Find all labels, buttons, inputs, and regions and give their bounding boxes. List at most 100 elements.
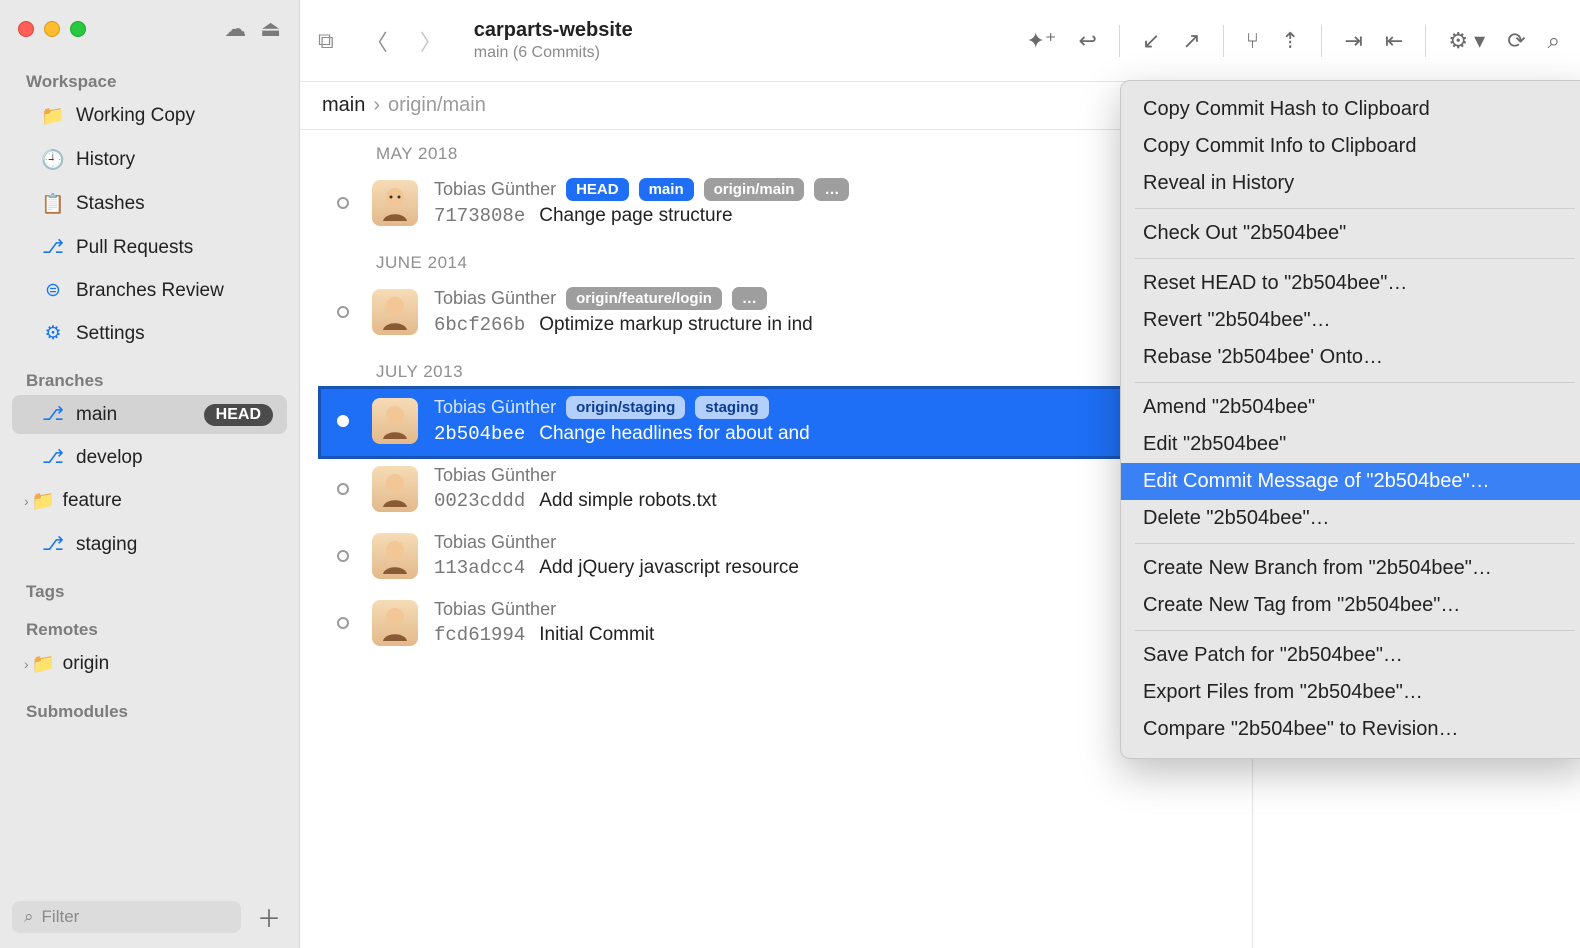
context-menu-item[interactable]: Copy Commit Info to Clipboard [1121,128,1580,165]
sidebar-branch-feature[interactable]: ›📁feature [12,481,287,521]
ref-tag[interactable]: HEAD [566,178,629,201]
ref-tag[interactable]: origin/feature/login [566,287,722,310]
folder-icon: 📁 [42,104,64,128]
sidebar-item-stashes[interactable]: 📋 Stashes [12,184,287,224]
context-menu-item[interactable]: Compare "2b504bee" to Revision… [1121,711,1580,748]
context-menu-item[interactable]: Edit "2b504bee" [1121,426,1580,463]
cloud-icon[interactable]: ☁︎ [224,16,246,42]
date-group-header: JUNE 2014 [320,239,1252,279]
separator [1321,25,1322,57]
avatar [372,289,418,335]
rebase-icon[interactable]: ⇡ [1281,28,1299,54]
breadcrumb-root[interactable]: main [322,94,365,117]
sidebar-branch-main[interactable]: ⎇mainHEAD [12,395,287,434]
context-menu-item[interactable]: Save Patch for "2b504bee"… [1121,637,1580,674]
sidebar-section-submodules: Submodules [0,696,299,724]
merge-icon[interactable]: ⑂ [1246,28,1259,54]
commit-row[interactable]: Tobias Günther fcd61994 Initial Commit [320,591,1242,658]
sidebar-item-label: feature [63,490,122,512]
sidebar-item-label: Pull Requests [76,237,193,259]
context-menu-item[interactable]: Check Out "2b504bee" [1121,215,1580,252]
add-button[interactable]: ＋ [251,899,287,934]
sidebar-item-pull-requests[interactable]: ⎇Pull Requests [12,228,287,267]
refresh-icon[interactable]: ⟳ [1507,28,1525,54]
commit-hash: fcd61994 [434,624,525,646]
context-menu-item[interactable]: Create New Tag from "2b504bee"… [1121,587,1580,624]
context-menu-item[interactable]: Copy Commit Hash to Clipboard [1121,91,1580,128]
sidebar-branch-staging[interactable]: ⎇ staging [12,525,287,564]
clipboard-icon: 📋 [42,192,64,216]
ref-tag[interactable]: origin/staging [566,396,685,419]
commit-message: Initial Commit [539,624,654,646]
commit-author: Tobias Günther [434,288,556,309]
zoom-window-button[interactable] [70,21,86,37]
sidebar-item-label: Stashes [76,193,145,215]
ref-tag[interactable]: staging [695,396,768,419]
sidebar-item-settings[interactable]: ⚙︎Settings [12,314,287,353]
filter-input[interactable]: ⌕Filter [12,901,241,933]
filter-icon: ⌕ [24,907,34,927]
context-menu-item[interactable]: Delete "2b504bee"… [1121,500,1580,537]
breadcrumb-branch[interactable]: origin/main [388,94,486,117]
more-tags[interactable]: … [814,178,849,201]
context-menu-item[interactable]: Rebase '2b504bee' Onto… [1121,339,1580,376]
commit-row[interactable]: Tobias Günther HEAD main origin/main … 7… [320,170,1242,239]
sidebar-item-branches-review[interactable]: ⊜Branches Review [12,271,287,310]
commit-row[interactable]: Tobias Günther 113adcc4Add jQuery javasc… [320,524,1242,591]
open-in-finder-button[interactable]: ⧉ [310,24,342,58]
push-icon[interactable]: ↗︎ [1182,28,1200,54]
undo-icon[interactable]: ↩︎ [1079,28,1097,54]
commit-row[interactable]: Tobias Günther 0023cdddAdd simple robots… [320,457,1242,524]
sidebar: ☁︎ ⏏︎ Workspace 📁Working Copy 🕘History 📋… [0,0,300,948]
nav-back-button[interactable]: 〈 [358,21,396,61]
magic-icon[interactable]: ✦⁺ [1026,28,1056,54]
graph-node [337,306,349,318]
search-icon[interactable]: ⌕ [1548,28,1560,54]
commit-row[interactable]: Tobias Günther origin/feature/login … 6b… [320,279,1242,348]
review-icon: ⊜ [42,279,64,302]
commit-message: Add jQuery javascript resource [539,557,799,579]
context-menu-item[interactable]: Reset HEAD to "2b504bee"… [1121,265,1580,302]
sidebar-item-working-copy[interactable]: 📁Working Copy [12,96,287,136]
sidebar-branch-develop[interactable]: ⎇ develop [12,438,287,477]
stash-apply-icon[interactable]: ⇤ [1385,28,1403,54]
minimize-window-button[interactable] [44,21,60,37]
commit-hash: 0023cddd [434,490,525,512]
commit-author: Tobias Günther [434,465,556,486]
context-menu-item[interactable]: Create New Branch from "2b504bee"… [1121,550,1580,587]
sidebar-remote-origin[interactable]: ›📁origin [12,644,287,684]
more-tags[interactable]: … [732,287,767,310]
commit-hash: 7173808e [434,205,525,227]
commit-row-selected[interactable]: Tobias Günther origin/staging staging 2b… [320,388,1242,457]
sidebar-item-label: develop [76,447,143,469]
sidebar-item-label: Settings [76,323,145,345]
ref-tag[interactable]: main [639,178,694,201]
context-menu-item[interactable]: Amend "2b504bee" [1121,389,1580,426]
branch-icon: ⎇ [42,446,64,469]
window-controls-row: ☁︎ ⏏︎ [0,0,299,56]
commit-message: Change page structure [539,205,732,227]
branch-icon: ⎇ [42,533,64,556]
settings-dropdown-icon[interactable]: ⚙︎ ▾ [1448,28,1485,54]
sidebar-item-label: staging [76,534,137,556]
context-menu-item[interactable]: Export Files from "2b504bee"… [1121,674,1580,711]
context-menu-item[interactable]: Revert "2b504bee"… [1121,302,1580,339]
head-badge: HEAD [204,404,273,426]
context-menu-item[interactable]: Edit Commit Message of "2b504bee"… [1121,463,1580,500]
chevron-right-icon: › [24,493,29,509]
stash-save-icon[interactable]: ⇥ [1344,28,1362,54]
close-window-button[interactable] [18,21,34,37]
avatar [372,600,418,646]
nav-forward-button[interactable]: 〉 [412,21,450,61]
chevron-right-icon: › [24,656,29,672]
commit-message: Change headlines for about and [539,423,809,445]
commit-author: Tobias Günther [434,179,556,200]
commit-author: Tobias Günther [434,599,556,620]
drive-icon[interactable]: ⏏︎ [260,16,281,42]
breadcrumb-separator: › [373,94,380,117]
ref-tag[interactable]: origin/main [704,178,805,201]
pull-icon[interactable]: ↙︎ [1142,28,1160,54]
context-menu-item[interactable]: Reveal in History [1121,165,1580,202]
sidebar-item-history[interactable]: 🕘History [12,140,287,180]
commit-hash: 6bcf266b [434,314,525,336]
